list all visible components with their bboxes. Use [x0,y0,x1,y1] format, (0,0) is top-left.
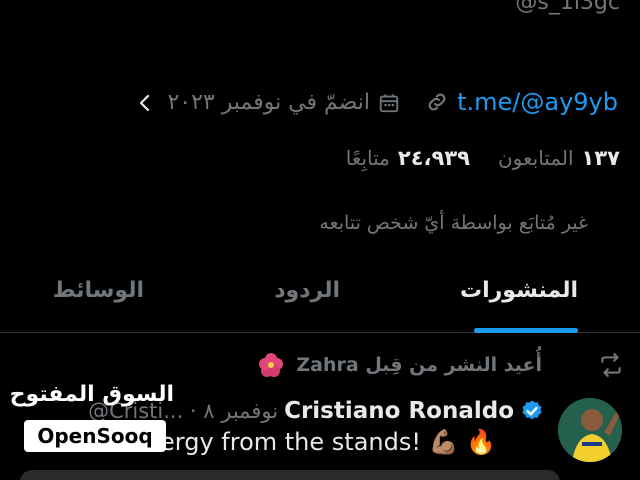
following-label: المتابعون [497,146,574,170]
join-date-text: انضمّ في نوفمبر ٢٠٢٣ [167,90,370,115]
profile-link-text[interactable]: t.me/@ay9yb [457,88,618,116]
join-date: انضمّ في نوفمبر ٢٠٢٣ [137,90,400,115]
tweet-text: ergy from the stands! 💪🏽 🔥 [160,428,496,456]
active-tab-indicator [474,328,578,333]
follow-stats: ١٣٧ المتابعون ٢٤،٩٣٩ متابِعًا [346,146,620,170]
profile-tabs: المنشورات الردود الوسائط [0,268,640,333]
author-name[interactable]: Cristiano Ronaldo [284,398,514,424]
tab-media[interactable]: الوسائط [53,278,144,303]
repost-icon [598,352,624,378]
chevron-left-icon[interactable] [137,92,153,114]
profile-link[interactable]: t.me/@ay9yb [425,88,618,116]
not-followed-note: غير مُتابَع بواسطة أيّ شخص تتابعه [319,212,588,234]
tab-posts[interactable]: المنشورات [460,278,578,303]
profile-handle: @s_1i3gc [515,0,620,15]
following-stat[interactable]: ١٣٧ المتابعون [498,146,620,170]
tab-replies[interactable]: الردود [274,278,340,303]
tweet-media-preview[interactable] [20,470,560,480]
author-avatar[interactable] [558,398,622,462]
profile-meta-row: t.me/@ay9yb انضمّ في نوفمبر ٢٠٢٣ [0,88,640,124]
watermark-latin: OpenSooq [24,420,166,452]
following-count: ١٣٧ [581,146,620,170]
opensooq-watermark: السوق المفتوح OpenSooq [9,380,174,456]
calendar-icon [378,92,400,114]
followers-stat[interactable]: ٢٤،٩٣٩ متابِعًا [346,146,470,170]
link-icon [425,90,449,114]
followers-count: ٢٤،٩٣٩ [397,146,470,170]
hibiscus-icon [258,352,284,378]
followers-label: متابِعًا [345,146,390,170]
repost-text[interactable]: أُعيد النشر من قِبل Zahra [296,354,542,376]
verified-icon [520,399,544,423]
watermark-arabic: السوق المفتوح [9,382,174,407]
repost-context: أُعيد النشر من قِبل Zahra [0,352,640,382]
profile-page: @s_1i3gc t.me/@ay9yb انضمّ في نوفمبر ٢٠٢… [0,0,640,480]
